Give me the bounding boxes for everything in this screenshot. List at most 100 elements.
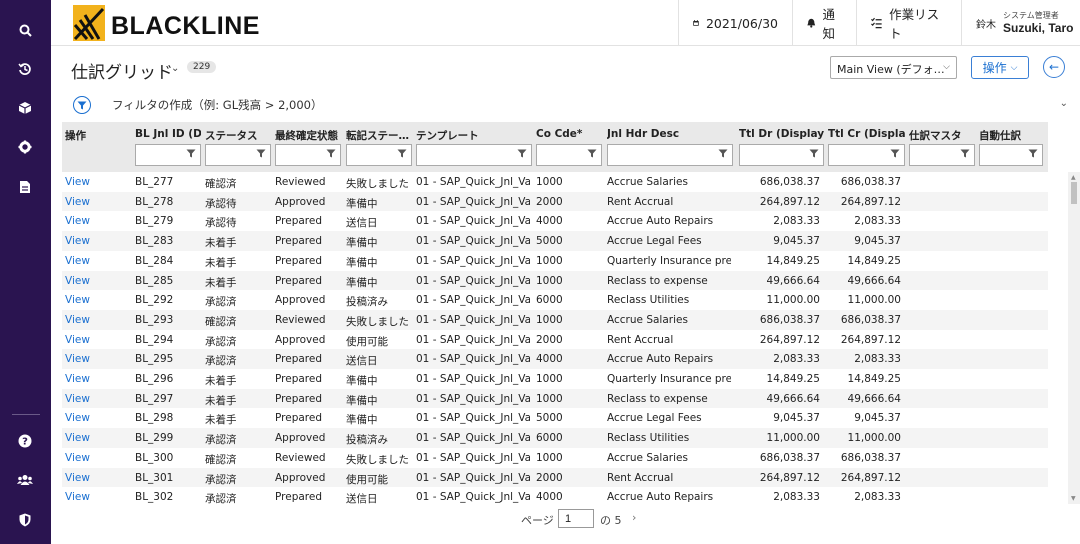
filter-icon[interactable]	[326, 149, 336, 158]
column-filter-input[interactable]	[979, 144, 1043, 166]
view-link[interactable]: View	[65, 491, 123, 503]
table-row[interactable]: View BL_293 確認済 Reviewed 失敗しました 01 - SAP_Quic…	[62, 309, 1048, 330]
filter-icon[interactable]	[960, 149, 970, 158]
table-row[interactable]: View BL_278 承認待 Approved 準備中 01 - SAP_Quick_J…	[62, 191, 1048, 212]
view-link[interactable]: View	[65, 412, 123, 424]
table-row[interactable]: View BL_285 未着手 Prepared 準備中 01 - SAP_Quick_J…	[62, 270, 1048, 291]
grid-header: 操作 BL Jnl ID (D… ステータス最終確定状態転記ステー… テンプレート Co…	[62, 122, 1048, 172]
column-header[interactable]: Ttl Dr (Display)	[739, 128, 824, 140]
filter-icon[interactable]	[517, 149, 527, 158]
rail-divider	[12, 414, 40, 415]
scroll-down-icon[interactable]: ▼	[1071, 495, 1076, 502]
filter-create-link[interactable]: フィルタの作成（例: GL残高 > 2,000）	[112, 97, 323, 113]
table-row[interactable]: View BL_279 承認待 Prepared 送信日 01 - SAP_Quick_J…	[62, 211, 1048, 231]
date-selector[interactable]: 2021/06/30	[678, 0, 792, 46]
back-button[interactable]: ←	[1043, 56, 1065, 78]
view-link[interactable]: View	[65, 334, 123, 346]
filter-icon[interactable]	[890, 149, 900, 158]
document-icon[interactable]	[16, 178, 34, 196]
table-row[interactable]: View BL_301 承認済 Approved 使用可能 01 - SAP_Quick_…	[62, 467, 1048, 488]
scroll-thumb[interactable]	[1071, 182, 1077, 204]
column-filter-input[interactable]	[607, 144, 733, 166]
table-row[interactable]: View BL_284 未着手 Prepared 準備中 01 - SAP_Quick_J…	[62, 251, 1048, 271]
view-link[interactable]: View	[65, 353, 123, 365]
scroll-up-icon[interactable]: ▲	[1071, 174, 1076, 181]
table-cell: 2,083.33	[854, 353, 901, 366]
view-link[interactable]: View	[65, 215, 123, 227]
column-header[interactable]: 転記ステー…	[346, 128, 412, 143]
column-header[interactable]: 操作	[65, 128, 125, 143]
search-icon[interactable]	[16, 21, 34, 39]
filter-icon[interactable]	[186, 149, 196, 158]
view-link[interactable]: View	[65, 314, 123, 326]
view-link[interactable]: View	[65, 373, 123, 385]
column-header[interactable]: Jnl Hdr Desc	[607, 128, 733, 140]
table-row[interactable]: View BL_299 承認済 Approved 投稿済み 01 - SAP_Quick_…	[62, 428, 1048, 448]
view-link[interactable]: View	[65, 196, 123, 208]
filter-icon[interactable]	[587, 149, 597, 158]
column-header[interactable]: 仕訳マスタ	[909, 128, 975, 143]
column-header[interactable]: 最終確定状態	[275, 128, 341, 143]
column-header[interactable]: テンプレート	[416, 128, 532, 143]
column-filter-input[interactable]	[909, 144, 975, 166]
view-link[interactable]: View	[65, 294, 123, 306]
column-filter-input[interactable]	[739, 144, 824, 166]
user-menu[interactable]: 鈴木 システム管理者 Suzuki, Taro	[961, 0, 1080, 46]
column-filter-input[interactable]	[536, 144, 602, 166]
users-icon[interactable]	[16, 471, 34, 489]
table-row[interactable]: View BL_294 承認済 Approved 使用可能 01 - SAP_Quick_…	[62, 330, 1048, 350]
next-page-icon[interactable]: ›	[632, 511, 636, 524]
filter-icon[interactable]	[397, 149, 407, 158]
filter-icon[interactable]	[73, 96, 91, 114]
filter-icon[interactable]	[809, 149, 819, 158]
page-number-input[interactable]	[558, 509, 594, 528]
table-cell: Accrue Legal Fees	[607, 412, 702, 425]
view-link[interactable]: View	[65, 255, 123, 267]
notifications-button[interactable]: 通知	[792, 0, 856, 46]
table-cell: 686,038.37	[840, 451, 901, 464]
table-cell: BL_294	[135, 333, 174, 346]
view-link[interactable]: View	[65, 275, 123, 287]
view-link[interactable]: View	[65, 452, 123, 464]
table-cell: 1000	[536, 451, 563, 464]
gear-icon[interactable]	[16, 138, 34, 156]
operations-button[interactable]: 操作 ⌵	[971, 56, 1029, 79]
filter-icon[interactable]	[256, 149, 266, 158]
table-row[interactable]: View BL_297 未着手 Prepared 準備中 01 - SAP_Quick_J…	[62, 388, 1048, 409]
cube-icon[interactable]	[16, 99, 34, 117]
help-icon[interactable]: ?	[16, 432, 34, 450]
table-row[interactable]: View BL_295 承認済 Prepared 送信日 01 - SAP_Quick_J…	[62, 349, 1048, 369]
view-link[interactable]: View	[65, 472, 123, 484]
column-header[interactable]: 自動仕訳	[979, 128, 1043, 143]
column-filter-input[interactable]	[828, 144, 905, 166]
table-row[interactable]: View BL_300 確認済 Reviewed 失敗しました 01 - SAP_Quic…	[62, 448, 1048, 468]
column-filter-input[interactable]	[275, 144, 341, 166]
column-header[interactable]: BL Jnl ID (D…	[135, 128, 201, 140]
task-list-button[interactable]: 作業リスト	[856, 0, 961, 46]
table-row[interactable]: View BL_296 未着手 Prepared 準備中 01 - SAP_Quick_J…	[62, 369, 1048, 389]
view-select[interactable]: Main View (デフォ… ⌵	[830, 56, 957, 79]
filter-icon[interactable]	[718, 149, 728, 158]
filter-icon[interactable]	[1028, 149, 1038, 158]
table-row[interactable]: View BL_292 承認済 Approved 投稿済み 01 - SAP_Quick_…	[62, 290, 1048, 310]
history-icon[interactable]	[16, 60, 34, 78]
view-link[interactable]: View	[65, 176, 123, 188]
table-row[interactable]: View BL_277 確認済 Reviewed 失敗しました 01 - SAP_Quic…	[62, 172, 1048, 192]
column-filter-input[interactable]	[205, 144, 271, 166]
column-header[interactable]: ステータス	[205, 128, 271, 143]
column-header[interactable]: Co Cde*	[536, 128, 602, 140]
column-filter-input[interactable]	[416, 144, 532, 166]
table-row[interactable]: View BL_302 承認済 Prepared 送信日 01 - SAP_Quick_J…	[62, 487, 1048, 504]
column-header[interactable]: Ttl Cr (Display)	[828, 128, 905, 140]
view-link[interactable]: View	[65, 432, 123, 444]
column-filter-input[interactable]	[135, 144, 201, 166]
chevron-down-icon[interactable]: ⌄	[171, 63, 179, 74]
column-filter-input[interactable]	[346, 144, 412, 166]
blackline-logo[interactable]: BLACKLINE	[73, 4, 260, 42]
table-row[interactable]: View BL_298 未着手 Prepared 準備中 01 - SAP_Quick_J…	[62, 408, 1048, 428]
table-row[interactable]: View BL_283 未着手 Prepared 準備中 01 - SAP_Quick_J…	[62, 231, 1048, 251]
view-link[interactable]: View	[65, 235, 123, 247]
vertical-scrollbar[interactable]: ▲ ▼	[1068, 172, 1080, 504]
chevron-down-icon[interactable]: ⌄	[1060, 98, 1068, 109]
view-link[interactable]: View	[65, 393, 123, 405]
